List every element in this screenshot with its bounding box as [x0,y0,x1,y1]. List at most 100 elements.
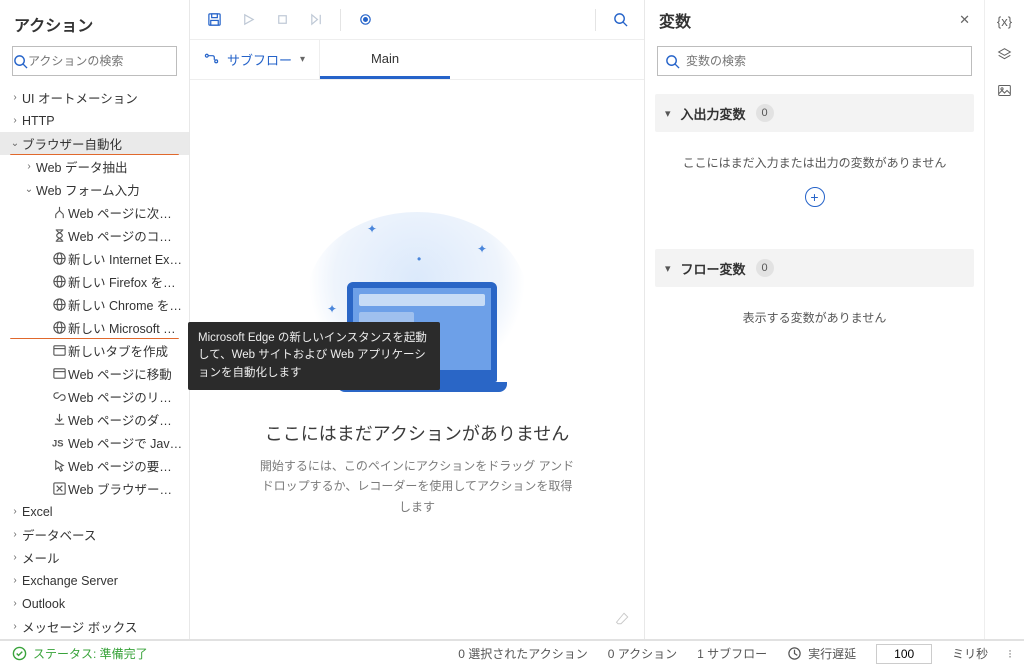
io-variables-section: ▾ 入出力変数 0 ここにはまだ入力または出力の変数がありません + [655,94,974,229]
right-rail: {x} [984,0,1024,639]
close-box-icon [50,481,68,496]
tree-item-web-extract[interactable]: ›Web データ抽出 [0,155,189,178]
tree-item-msgbox[interactable]: ›メッセージ ボックス [0,615,189,638]
tree-item-new-tab[interactable]: 新しいタブを作成 [0,339,189,362]
actions-panel: アクション ›UI オートメーション›HTTP⌄ブラウザー自動化›Web データ… [0,0,190,639]
tree-item-label: Exchange Server [22,574,183,588]
tree-item-exchange[interactable]: ›Exchange Server [0,569,189,592]
delay-unit: ミリ秒 [952,645,988,662]
tree-item-label: HTTP [22,114,183,128]
close-variables-button[interactable]: ✕ [959,12,970,28]
tree-item-ui-auto[interactable]: ›UI オートメーション [0,86,189,109]
flow-variables-empty: 表示する変数がありません [665,309,964,326]
tree-item-browser[interactable]: ⌄ブラウザー自動化 [0,132,189,155]
tree-item-new-edge[interactable]: 新しい Microsoft Edge... [0,316,189,339]
tree-item-excel[interactable]: ›Excel [0,500,189,523]
actions-search[interactable] [12,46,177,76]
tree-item-close-browser[interactable]: Web ブラウザーを閉じる [0,477,189,500]
tooltip-text: Microsoft Edge の新しいインスタンスを起動して、Web サイトおよ… [198,332,427,379]
io-variables-header[interactable]: ▾ 入出力変数 0 [655,94,974,132]
tree-item-hover[interactable]: Web ページの要素にマウ... [0,454,189,477]
io-variables-count: 0 [756,104,774,122]
globe-icon [50,320,68,335]
tree-item-label: 新しい Microsoft Edge... [68,318,183,337]
tree-item-label: UI オートメーション [22,88,183,107]
variables-search[interactable] [657,46,972,76]
flow-variables-count: 0 [756,259,774,277]
tree-item-label: Web フォーム入力 [36,180,183,199]
stop-button[interactable] [268,6,296,34]
tree-item-label: Web データ抽出 [36,157,183,176]
run-button[interactable] [234,6,262,34]
step-button[interactable] [302,6,330,34]
globe-icon [50,297,68,312]
tree-item-database[interactable]: ›データベース [0,523,189,546]
hourglass-icon [50,228,68,243]
flow-variables-title: フロー変数 [681,259,746,278]
main-area: サブフロー ▾ Main ✦✦✦• ここにはまだアクションがありません 開始する… [190,0,644,639]
record-button[interactable] [351,6,379,34]
variables-panel: 変数 ✕ ▾ 入出力変数 0 ここにはまだ入力または出力の変数がありません + … [644,0,984,639]
tree-item-click-link[interactable]: Web ページのリンクをク... [0,385,189,408]
toolbar-separator [595,9,596,31]
search-icon [13,54,28,69]
status-more-icon[interactable]: ⁝ [1008,647,1012,661]
tree-item-label: メッセージ ボックス [22,617,183,636]
cursor-icon [50,458,68,473]
tree-item-label: Excel [22,505,183,519]
delay-input[interactable] [876,644,932,664]
toolbar-search-button[interactable] [606,6,634,34]
io-variables-empty: ここにはまだ入力または出力の変数がありません [665,154,964,171]
tree-item-new-chrome[interactable]: 新しい Chrome を起動... [0,293,189,316]
chevron-down-icon: ▾ [665,262,671,275]
chevron-right-icon: › [8,506,22,517]
chevron-down-icon: ⌄ [8,138,22,149]
subflow-icon [204,51,219,69]
tree-item-label: Web ページに次が含ま... [68,203,183,222]
variables-rail-icon[interactable]: {x} [997,14,1012,29]
tree-item-web-form[interactable]: ⌄Web フォーム入力 [0,178,189,201]
empty-subtitle: 開始するには、このペインにアクションをドラッグ アンド ドロップするか、レコーダ… [257,456,577,517]
tree-item-label: データベース [22,525,183,544]
tree-item-page-contains[interactable]: Web ページに次が含ま... [0,201,189,224]
tree-item-run-js[interactable]: JS Web ページで JavaScrip... [0,431,189,454]
actions-title: アクション [0,0,189,46]
tree-item-label: 新しい Firefox を起動する [68,272,183,291]
chevron-right-icon: › [8,552,22,563]
tree-item-download[interactable]: Web ページのダウンロード... [0,408,189,431]
svg-text:JS: JS [52,438,63,448]
subflow-dropdown[interactable]: サブフロー ▾ [190,40,320,79]
tab-main[interactable]: Main [320,40,450,79]
chevron-right-icon: › [8,529,22,540]
save-button[interactable] [200,6,228,34]
actions-search-input[interactable] [28,54,183,68]
status-ready-label: ステータス: 準備完了 [33,645,148,662]
layers-rail-icon[interactable] [997,47,1012,65]
status-subflows: 1 サブフロー [697,645,767,662]
tree-item-http[interactable]: ›HTTP [0,109,189,132]
add-variable-button[interactable]: + [805,187,825,207]
tree-item-outlook[interactable]: ›Outlook [0,592,189,615]
tree-item-label: Web ページに移動 [68,364,183,383]
eraser-icon[interactable] [615,611,630,629]
clock-icon: 実行遅延 [787,645,856,662]
actions-tree: ›UI オートメーション›HTTP⌄ブラウザー自動化›Web データ抽出⌄Web… [0,86,189,639]
action-tooltip: Microsoft Edge の新しいインスタンスを起動して、Web サイトおよ… [188,322,440,390]
tree-item-label: Web ブラウザーを閉じる [68,479,183,498]
tree-item-goto[interactable]: Web ページに移動 [0,362,189,385]
window-icon [50,343,68,358]
flow-variables-header[interactable]: ▾ フロー変数 0 [655,249,974,287]
tree-item-page-contents[interactable]: Web ページのコンテンツ... [0,224,189,247]
variables-search-input[interactable] [686,54,971,68]
tree-item-label: Outlook [22,597,183,611]
tree-item-label: Web ページで JavaScrip... [68,433,183,452]
toolbar-separator [340,9,341,31]
main-toolbar [190,0,644,40]
tree-item-mail[interactable]: ›メール [0,546,189,569]
tree-item-new-ie[interactable]: 新しい Internet Explor... [0,247,189,270]
status-selected: 0 選択されたアクション [458,645,587,662]
tree-item-new-ff[interactable]: 新しい Firefox を起動する [0,270,189,293]
chevron-right-icon: › [22,161,36,172]
tab-main-label: Main [371,51,399,66]
images-rail-icon[interactable] [997,83,1012,101]
